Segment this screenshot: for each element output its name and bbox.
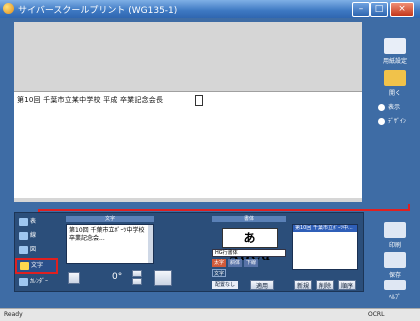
save-label: 保存 <box>388 272 401 279</box>
page-icon <box>384 38 406 54</box>
status-indicator: OCRL <box>368 311 385 318</box>
text-input[interactable]: 第10回 千葉市立ﾎﾟｰﾂ中学校 卒業記念会... <box>66 224 154 264</box>
calendar-icon <box>19 278 28 286</box>
app-window: サイバースクールプリント (WG135-1) – □ × 第10回 千葉市立某中… <box>0 0 420 321</box>
rotate-down-button[interactable] <box>132 278 142 285</box>
apply-button[interactable]: 適用 <box>250 280 274 290</box>
rotate-up-button[interactable] <box>132 270 142 277</box>
printer-icon <box>384 222 406 238</box>
view-option[interactable]: 表示 <box>378 102 400 111</box>
app-icon <box>3 3 14 14</box>
bold-button[interactable]: 太字 <box>212 259 226 267</box>
text-icon <box>20 262 29 270</box>
object-type-list: 表 線 図 文字 ｶﾚﾝﾀﾞｰ <box>15 216 58 290</box>
size-label: 文字 <box>212 269 226 277</box>
folder-icon <box>384 70 406 86</box>
shape-frame-button[interactable] <box>154 270 172 286</box>
document-canvas[interactable]: 第10回 千葉市立某中学校 平成 卒業記念会長 <box>14 22 362 202</box>
annotation-line <box>408 204 410 211</box>
delete-button[interactable]: 削除 <box>316 280 334 290</box>
list-item-label: 図 <box>30 246 37 253</box>
font-select[interactable]: HG行書体 <box>212 249 286 257</box>
list-item-text-active[interactable]: 文字 <box>15 258 58 274</box>
radio-icon <box>378 118 385 125</box>
document-page[interactable] <box>14 130 362 198</box>
page-setup-button[interactable]: 用紙設定 <box>376 38 414 65</box>
shape-icon <box>19 246 28 254</box>
view-label: 表示 <box>388 104 401 111</box>
help-label: ﾍﾙﾌﾟ <box>388 294 401 301</box>
list-item[interactable]: 線 <box>18 230 58 242</box>
italic-button[interactable]: 斜体 <box>228 259 242 267</box>
annotation-line <box>38 209 410 211</box>
list-row-selected[interactable]: 第10回 千葉市立ﾎﾟｰﾂ中... <box>293 225 357 232</box>
underline-button[interactable]: 下線 <box>244 259 258 267</box>
list-item-label: 文字 <box>31 262 44 269</box>
floppy-icon <box>384 252 406 268</box>
table-icon <box>19 218 28 226</box>
text-section-header: 文字 <box>66 216 154 222</box>
save-button[interactable]: 保存 <box>376 252 414 279</box>
window-title: サイバースクールプリント (WG135-1) <box>18 6 178 16</box>
help-icon <box>384 280 406 290</box>
reorder-button[interactable]: 順序 <box>338 280 356 290</box>
list-item-label: ｶﾚﾝﾀﾞｰ <box>30 278 49 285</box>
list-item[interactable]: 図 <box>18 244 58 256</box>
radio-icon <box>378 104 385 111</box>
status-text: Ready <box>4 311 23 318</box>
design-label: ﾃﾞｻﾞｲﾝ <box>388 118 407 125</box>
line-icon <box>19 232 28 240</box>
document-text[interactable]: 第10回 千葉市立某中学校 平成 卒業記念会長 <box>17 95 163 105</box>
minimize-button[interactable]: – <box>352 2 370 17</box>
close-button[interactable]: × <box>390 2 414 17</box>
open-label: 開く <box>388 90 401 97</box>
open-button[interactable]: 開く <box>376 70 414 97</box>
rotation-value: 0° <box>112 272 123 282</box>
list-item-label: 線 <box>30 232 37 239</box>
rotate-left-button[interactable] <box>68 272 80 284</box>
page-setup-label: 用紙設定 <box>382 58 407 65</box>
text-cursor <box>195 95 203 106</box>
new-button[interactable]: 新規 <box>294 280 312 290</box>
list-item-label: 表 <box>30 218 37 225</box>
text-object-list[interactable]: 第10回 千葉市立ﾎﾟｰﾂ中... <box>292 224 358 270</box>
list-item[interactable]: ｶﾚﾝﾀﾞｰ <box>18 276 58 288</box>
list-item[interactable]: 表 <box>18 216 58 228</box>
font-preview: あABCd <box>222 228 278 263</box>
print-button[interactable]: 印刷 <box>376 222 414 249</box>
font-section-header: 書体 <box>212 216 286 222</box>
scrollbar[interactable] <box>148 225 153 263</box>
help-button[interactable]: ﾍﾙﾌﾟ <box>376 280 414 301</box>
maximize-button[interactable]: □ <box>370 2 388 17</box>
design-option[interactable]: ﾃﾞｻﾞｲﾝ <box>378 116 406 125</box>
align-select[interactable]: 配置なし <box>212 281 238 289</box>
print-label: 印刷 <box>388 242 401 249</box>
status-bar: Ready OCRL <box>0 308 420 321</box>
title-bar[interactable]: サイバースクールプリント (WG135-1) – □ × <box>0 0 420 18</box>
